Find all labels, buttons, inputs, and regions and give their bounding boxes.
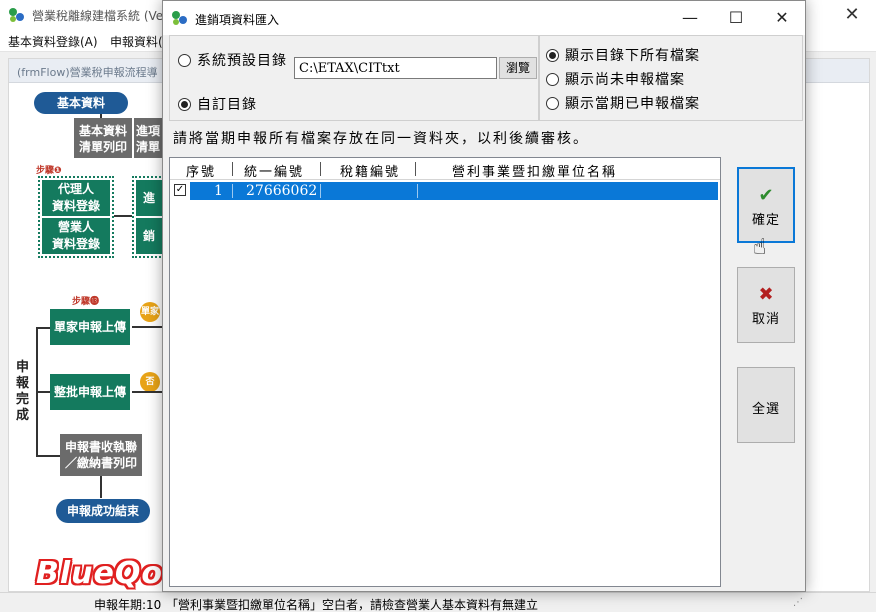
- app-logo-icon: [172, 11, 187, 25]
- flow-purchase[interactable]: 進: [136, 180, 162, 216]
- vertical-char: 申: [16, 360, 30, 375]
- flow-receipt-print[interactable]: 申報書收執聯 ／繳納書列印: [60, 434, 142, 476]
- flow-business-line1: 營業人: [57, 220, 94, 234]
- declaration-complete-label: 申 報 完 成: [16, 360, 32, 424]
- main-window-title: 營業稅離線建檔系統 (Ver: [32, 9, 169, 23]
- radio-show-undeclared-label: 顯示尚未申報檔案: [565, 72, 685, 88]
- flow-sales[interactable]: 銷: [136, 218, 162, 254]
- flow-business-entry[interactable]: 營業人 資料登錄: [42, 218, 110, 254]
- column-header-uniform-no[interactable]: 統一編號: [244, 161, 304, 180]
- app-logo-icon: [9, 8, 24, 22]
- import-dialog: 進銷項資料匯入 — ☐ ✕ 系統預設目錄 自訂目錄 瀏覽 顯示目錄下所有檔案 顯…: [162, 0, 806, 592]
- cancel-button[interactable]: ✖ 取消: [737, 267, 795, 343]
- radio-show-declared[interactable]: 顯示當期已申報檔案: [546, 93, 700, 113]
- flow-connector: [36, 455, 60, 457]
- radio-circle-icon: [546, 72, 559, 86]
- grid-header: 序號 統一編號 稅籍編號 營利事業暨扣繳單位名稱: [170, 158, 720, 180]
- column-header-tax-no[interactable]: 稅籍編號: [340, 161, 400, 180]
- radio-show-undeclared[interactable]: 顯示尚未申報檔案: [546, 69, 685, 89]
- cell-separator: [417, 184, 418, 198]
- column-separator: [320, 162, 321, 176]
- flow-success-end[interactable]: 申報成功結束: [56, 499, 150, 523]
- column-header-name[interactable]: 營利事業暨扣繳單位名稱: [452, 161, 617, 180]
- cell-separator: [232, 184, 233, 198]
- vertical-char: 成: [16, 408, 30, 423]
- main-statusbar: 申報年期:10 「營利事業暨扣繳單位名稱」空白者，請檢查營業人基本資料有無建立 …: [0, 592, 876, 612]
- radio-show-all-files[interactable]: 顯示目錄下所有檔案: [546, 45, 700, 65]
- menu-basic-data[interactable]: 基本資料登錄(A): [8, 33, 98, 50]
- flow-list-print-line1: 基本資料: [78, 124, 127, 138]
- instruction-text: 請將當期申報所有檔案存放在同一資料夾，以利後續審核。: [173, 131, 589, 147]
- flow-list-print[interactable]: 基本資料 清單列印: [74, 118, 132, 158]
- x-icon: ✖: [758, 284, 774, 305]
- flow-batch-upload[interactable]: 整批申報上傳: [50, 374, 130, 410]
- close-icon[interactable]: ✕: [759, 1, 805, 35]
- flow-import-list-line1: 進項: [135, 124, 160, 138]
- flow-connector: [132, 391, 162, 393]
- flow-receipt-line1: 申報書收執聯: [64, 440, 137, 454]
- vertical-char: 完: [16, 392, 30, 407]
- flow-agent-line1: 代理人: [57, 182, 94, 196]
- radio-circle-selected-icon: [178, 97, 191, 111]
- step-1-label: 步驟❶: [36, 166, 62, 176]
- cell-uniform-no: 27666062: [246, 183, 318, 199]
- radio-custom-directory-label: 自訂目錄: [197, 97, 257, 113]
- single-badge: 單家: [140, 302, 160, 322]
- flow-import-list-line2: 清單: [135, 140, 160, 154]
- column-header-seq[interactable]: 序號: [186, 161, 216, 180]
- file-grid[interactable]: 序號 統一編號 稅籍編號 營利事業暨扣繳單位名稱 ✓ 1 27666062: [169, 157, 721, 587]
- flow-basic-data[interactable]: 基本資料: [34, 92, 128, 114]
- table-row[interactable]: ✓ 1 27666062: [170, 182, 720, 200]
- radio-custom-directory[interactable]: 自訂目錄: [178, 94, 257, 114]
- radio-show-all-files-label: 顯示目錄下所有檔案: [565, 48, 700, 64]
- flow-connector: [36, 391, 50, 393]
- row-checkbox[interactable]: ✓: [174, 184, 186, 196]
- radio-default-directory-label: 系統預設目錄: [197, 53, 287, 69]
- flow-connector: [36, 327, 50, 329]
- flow-agent-entry[interactable]: 代理人 資料登錄: [42, 180, 110, 216]
- row-selection-highlight: 1 27666062: [190, 182, 718, 200]
- check-icon: ✔: [758, 185, 774, 206]
- radio-circle-icon: [178, 53, 191, 67]
- file-filter-group: 顯示目錄下所有檔案 顯示尚未申報檔案 顯示當期已申報檔案: [539, 35, 803, 121]
- minimize-icon[interactable]: —: [667, 1, 713, 35]
- cell-seq: 1: [214, 183, 223, 199]
- radio-show-declared-label: 顯示當期已申報檔案: [565, 96, 700, 112]
- cell-separator: [320, 184, 321, 198]
- status-message: 「營利事業暨扣繳單位名稱」空白者，請檢查營業人基本資料有無建立: [166, 598, 539, 612]
- browse-button[interactable]: 瀏覽: [499, 57, 537, 79]
- flow-connector: [100, 476, 102, 498]
- flow-panel-title: (frmFlow)營業稅申報流程導: [17, 66, 158, 79]
- flow-single-upload[interactable]: 單家申報上傳: [50, 309, 130, 345]
- hand-pointer-icon: ☝: [753, 235, 767, 260]
- main-close-icon[interactable]: ✕: [836, 0, 868, 30]
- radio-circle-selected-icon: [546, 48, 559, 62]
- flow-connector: [132, 326, 162, 328]
- radio-default-directory[interactable]: 系統預設目錄: [178, 50, 287, 70]
- column-separator: [232, 162, 233, 176]
- flow-business-line2: 資料登錄: [51, 237, 100, 251]
- cancel-label: 取消: [751, 312, 780, 327]
- flow-receipt-line2: ／繳納書列印: [64, 456, 137, 470]
- directory-path-input[interactable]: [294, 57, 497, 79]
- flow-import-list[interactable]: 進項 清單: [134, 118, 162, 158]
- menu-declaration-data[interactable]: 申報資料(: [110, 33, 163, 50]
- vertical-char: 報: [16, 376, 30, 391]
- batch-badge: 否: [140, 372, 160, 392]
- step-13-label: 步驟⓭: [72, 297, 100, 307]
- radio-circle-icon: [546, 96, 559, 110]
- column-separator: [415, 162, 416, 176]
- confirm-button[interactable]: ✔ 確定: [737, 167, 795, 243]
- maximize-icon[interactable]: ☐: [713, 1, 759, 35]
- confirm-label: 確定: [751, 213, 780, 228]
- select-all-button[interactable]: 全選: [737, 367, 795, 443]
- select-all-label: 全選: [751, 402, 780, 417]
- flow-connector: [114, 215, 132, 217]
- flow-list-print-line2: 清單列印: [78, 140, 127, 154]
- resize-grip-icon[interactable]: ⋰: [793, 597, 803, 608]
- dialog-titlebar[interactable]: 進銷項資料匯入 — ☐ ✕: [163, 1, 805, 35]
- status-period: 申報年期:10: [94, 598, 162, 612]
- flow-agent-line2: 資料登錄: [51, 199, 100, 213]
- dialog-title: 進銷項資料匯入: [195, 13, 280, 27]
